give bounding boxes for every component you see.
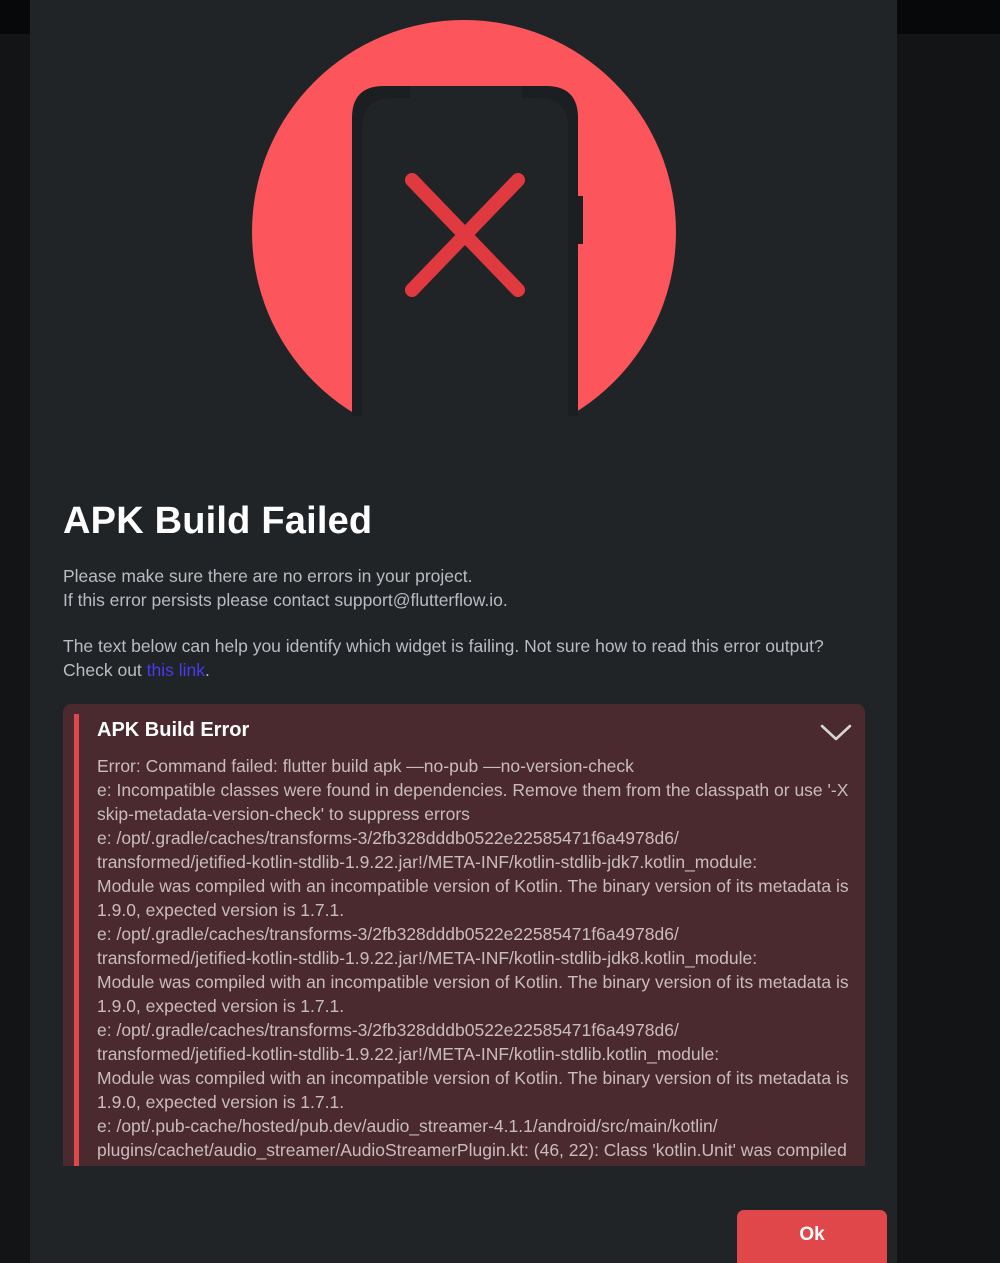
error-indicator-bar [74, 714, 79, 1166]
error-panel: APK Build Error Error: Command failed: f… [63, 704, 865, 1166]
backdrop [897, 34, 1000, 1263]
ok-button[interactable]: Ok [737, 1210, 887, 1263]
phone-error-icon [252, 20, 676, 416]
help-link[interactable]: this link [147, 660, 205, 680]
description-line: Please make sure there are no errors in … [63, 566, 473, 586]
help-text: The text below can help you identify whi… [63, 634, 863, 682]
dialog-title: APK Build Failed [63, 500, 373, 542]
chevron-down-icon[interactable] [818, 720, 854, 744]
description-line: If this error persists please contact su… [63, 590, 508, 610]
backdrop [0, 34, 30, 1263]
help-text-end: . [205, 660, 210, 680]
build-failed-dialog: APK Build Failed Please make sure there … [30, 0, 897, 1263]
error-panel-title: APK Build Error [97, 719, 250, 741]
error-output: Error: Command failed: flutter build apk… [97, 756, 849, 1166]
dialog-description: Please make sure there are no errors in … [63, 564, 863, 682]
